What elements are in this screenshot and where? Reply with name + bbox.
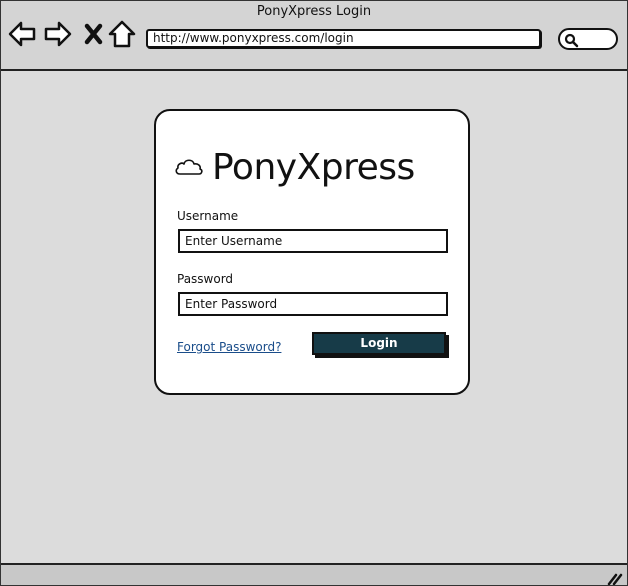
brand-name: PonyXpress: [212, 146, 415, 188]
cloud-icon: [175, 159, 203, 175]
home-icon: [108, 20, 136, 48]
arrow-left-icon: [8, 21, 36, 47]
back-button[interactable]: [7, 19, 37, 49]
forgot-password-link[interactable]: Forgot Password?: [177, 340, 281, 354]
username-label: Username: [177, 209, 239, 223]
resize-grip-icon[interactable]: [607, 571, 623, 585]
password-field[interactable]: [178, 292, 448, 316]
username-field[interactable]: [178, 229, 448, 253]
window-title: PonyXpress Login: [256, 4, 372, 19]
home-button[interactable]: [107, 19, 137, 49]
arrow-right-icon: [44, 21, 72, 47]
status-bar: [1, 563, 627, 585]
search-box[interactable]: [558, 28, 618, 50]
search-icon: [564, 33, 579, 48]
brand-header: PonyXpress: [174, 145, 415, 189]
url-bar[interactable]: http://www.ponyxpress.com/login: [146, 29, 541, 48]
browser-window: PonyXpress Login http://www.ponyxpress.c…: [0, 0, 628, 586]
login-button[interactable]: Login: [312, 332, 446, 355]
password-label: Password: [177, 272, 234, 286]
login-card: PonyXpress Username Password Forgot Pass…: [154, 109, 470, 395]
forward-button[interactable]: [43, 19, 73, 49]
browser-toolbar: PonyXpress Login http://www.ponyxpress.c…: [1, 1, 627, 71]
stop-button[interactable]: [79, 19, 109, 49]
page-content: PonyXpress Username Password Forgot Pass…: [1, 71, 627, 563]
close-icon: [84, 23, 103, 45]
